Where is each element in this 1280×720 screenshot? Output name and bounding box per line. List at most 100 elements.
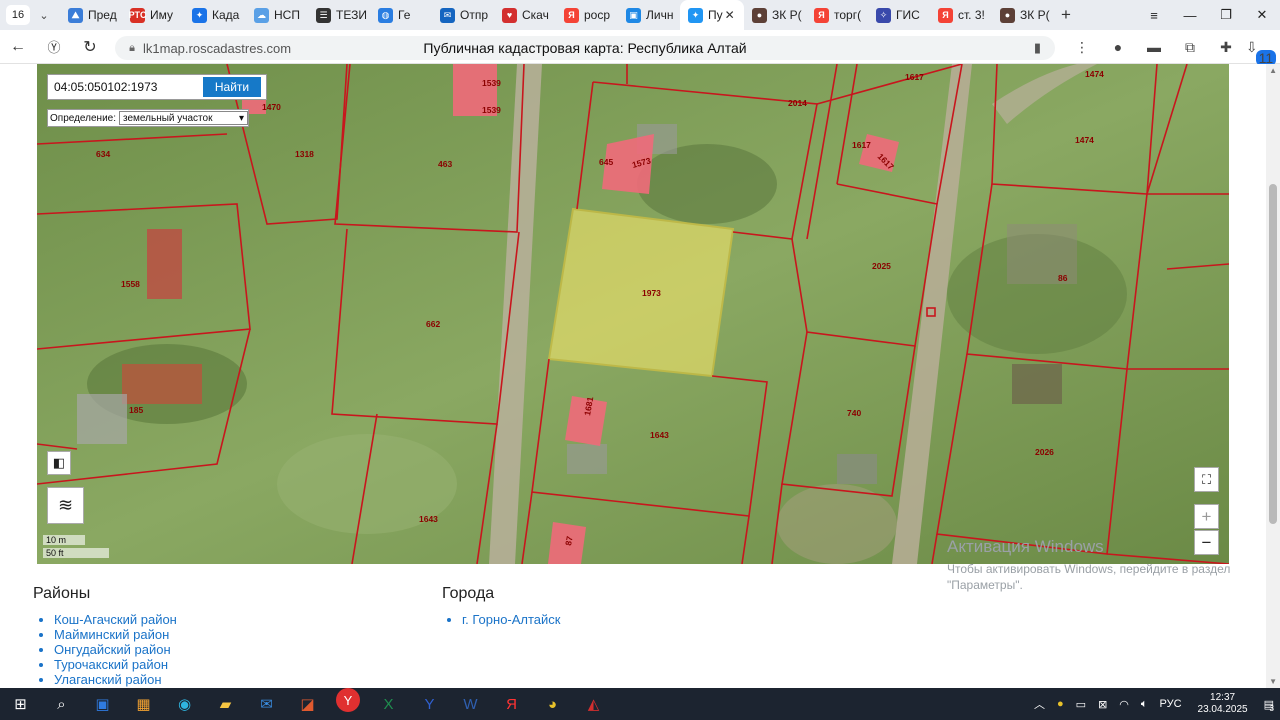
- tab-favicon-icon: ✉: [440, 7, 455, 23]
- security-icon[interactable]: ⊠: [1098, 698, 1107, 711]
- yandex-browser-icon[interactable]: Y: [336, 688, 360, 712]
- volume-icon[interactable]: 🔈︎: [1141, 698, 1148, 711]
- map-satellite-layer: 1539153946313181470131863464515732014161…: [37, 64, 1229, 564]
- browser-tab[interactable]: РТС Иму: [122, 0, 184, 30]
- district-link[interactable]: Улаганский район: [54, 672, 177, 687]
- reload-button[interactable]: ↻: [72, 37, 108, 57]
- more-menu-icon[interactable]: ⋮: [1064, 39, 1100, 56]
- restore-icon[interactable]: ❐: [1208, 7, 1244, 23]
- browser-tab[interactable]: Яторг(: [806, 0, 868, 30]
- mail-icon[interactable]: ✉: [246, 688, 287, 720]
- scroll-up-icon[interactable]: ▲: [1269, 66, 1277, 75]
- new-tab-button[interactable]: +: [1054, 5, 1078, 25]
- back-button[interactable]: ←: [0, 38, 36, 56]
- battery-icon[interactable]: ▭: [1076, 698, 1086, 711]
- navigation-bar: ← Ⓨ ↻ 🔒︎ lk1map.roscadastres.com Публичн…: [0, 30, 1280, 66]
- parcel-number-label: 634: [96, 149, 110, 159]
- tab-favicon-icon: Я: [814, 7, 829, 23]
- tab-label: торг(: [834, 8, 862, 22]
- scroll-down-icon[interactable]: ▼: [1269, 677, 1277, 686]
- extension-icon[interactable]: ✚: [1208, 39, 1244, 56]
- browser-tab[interactable]: ◍ Ге: [370, 0, 432, 30]
- tab-label: Скач: [522, 8, 549, 22]
- language-indicator[interactable]: РУС: [1160, 698, 1182, 710]
- store-bag-icon[interactable]: ▣: [82, 688, 123, 720]
- browser-tab[interactable]: ✦ Пу ✕: [680, 0, 744, 30]
- scroll-thumb[interactable]: [1269, 184, 1277, 524]
- tab-list-chevron-icon[interactable]: ⌄: [34, 9, 54, 22]
- cadastral-map[interactable]: 1539153946313181470131863464515732014161…: [37, 64, 1229, 564]
- tab-count-button[interactable]: 16: [6, 5, 30, 25]
- search-icon[interactable]: ⌕: [41, 688, 82, 720]
- browser-tab[interactable]: ▣ Личн: [618, 0, 680, 30]
- parcel-number-label: 2014: [788, 98, 807, 108]
- browser-tab[interactable]: Яст. 3!: [930, 0, 992, 30]
- fullscreen-button[interactable]: ⛶: [1194, 467, 1219, 492]
- browser-tab[interactable]: ● ЗК Р(: [744, 0, 806, 30]
- layers-button[interactable]: ≋: [47, 487, 84, 524]
- tab-favicon-icon: ●: [752, 7, 767, 23]
- downloads-icon[interactable]: ▬: [1136, 39, 1172, 55]
- district-link[interactable]: Кош-Агачский район: [54, 612, 177, 627]
- parcel-number-label: 1539: [482, 78, 501, 88]
- browser-tab[interactable]: ♥ Скач: [494, 0, 556, 30]
- zoom-in-button[interactable]: +: [1194, 504, 1219, 529]
- close-window-icon[interactable]: ✕: [1244, 7, 1280, 23]
- browser-tab[interactable]: ✦ Када: [184, 0, 246, 30]
- network-icon[interactable]: ◠: [1119, 698, 1129, 711]
- clock[interactable]: 12:37 23.04.2025: [1198, 692, 1248, 716]
- tab-label: Личн: [646, 8, 674, 22]
- excel-icon[interactable]: X: [368, 688, 409, 720]
- yandex-icon[interactable]: Y: [409, 688, 450, 720]
- pdf-icon[interactable]: ◭: [573, 688, 614, 720]
- browser-tab[interactable]: ☰ ТЕЗИ: [308, 0, 370, 30]
- browser-tab[interactable]: Яроср: [556, 0, 618, 30]
- page-content: 1539153946313181470131863464515732014161…: [0, 64, 1280, 688]
- start-icon[interactable]: ⊞: [0, 688, 41, 720]
- extensions-menu-icon[interactable]: ⇩11: [1244, 39, 1280, 66]
- district-link[interactable]: Майминский район: [54, 627, 177, 642]
- district-link[interactable]: Турочакский район: [54, 657, 177, 672]
- collections-icon[interactable]: ⧉: [1172, 39, 1208, 56]
- browser-tab[interactable]: ✧ ГИС: [868, 0, 930, 30]
- browser-tab[interactable]: ● ЗК Р(: [992, 0, 1054, 30]
- yandex-logo-icon[interactable]: Ⓨ: [36, 37, 72, 56]
- profile-avatar-icon[interactable]: ●: [1100, 39, 1136, 55]
- tab-favicon-icon: ♥: [502, 7, 517, 23]
- tab-favicon-icon: Я: [938, 7, 953, 23]
- address-bar[interactable]: 🔒︎ lk1map.roscadastres.com Публичная кад…: [115, 36, 1055, 60]
- tab-strip: 16 ⌄ ⛰ Пред РТС Иму ✦ Када ☁ НСП ☰ ТЕЗИ ◍ Ге ✉ Отпр ♥ С…: [0, 0, 1280, 30]
- browser-tab[interactable]: ✉ Отпр: [432, 0, 494, 30]
- district-link[interactable]: Онгудайский район: [54, 642, 177, 657]
- url-text[interactable]: lk1map.roscadastres.com: [143, 41, 443, 56]
- page-scrollbar[interactable]: ▲ ▼: [1266, 64, 1280, 688]
- city-link[interactable]: г. Горно-Алтайск: [462, 612, 561, 627]
- tab-label: Пу: [708, 8, 723, 22]
- lock-icon[interactable]: 🔒︎: [121, 42, 143, 55]
- file-explorer-icon[interactable]: ▰: [205, 688, 246, 720]
- bookmark-icon[interactable]: ▮: [1034, 40, 1041, 56]
- office-icon[interactable]: ◪: [287, 688, 328, 720]
- browser-tab[interactable]: ☁ НСП: [246, 0, 308, 30]
- notifications-icon[interactable]: ▤ 3: [1264, 698, 1274, 713]
- microsoft-store-icon[interactable]: ▦: [123, 688, 164, 720]
- edge-icon[interactable]: ◉: [164, 688, 205, 720]
- tray-app-icon[interactable]: ●: [1057, 698, 1064, 710]
- browser-tab[interactable]: ⛰ Пред: [60, 0, 122, 30]
- cadastral-number-input[interactable]: [48, 76, 203, 98]
- tab-favicon-icon: ◍: [378, 7, 393, 23]
- definition-select[interactable]: земельный участок ▾: [119, 111, 248, 125]
- scale-metric: 10 m: [43, 535, 85, 545]
- search-button[interactable]: Найти: [203, 77, 261, 97]
- yandex-search-icon[interactable]: Я: [491, 688, 532, 720]
- minimize-icon[interactable]: —: [1172, 8, 1208, 23]
- tab-menu-icon[interactable]: ≡: [1136, 8, 1172, 23]
- word-icon[interactable]: W: [450, 688, 491, 720]
- tab-close-icon[interactable]: ✕: [725, 8, 735, 22]
- definition-panel: Определение: земельный участок ▾: [47, 109, 249, 127]
- tray-chevron-icon[interactable]: ︿: [1034, 696, 1045, 712]
- scale-imperial: 50 ft: [43, 548, 109, 558]
- measure-tool-button[interactable]: ◧: [47, 451, 71, 475]
- parcel-number-label: 1643: [650, 430, 669, 440]
- chrome-icon[interactable]: ◕: [532, 688, 573, 720]
